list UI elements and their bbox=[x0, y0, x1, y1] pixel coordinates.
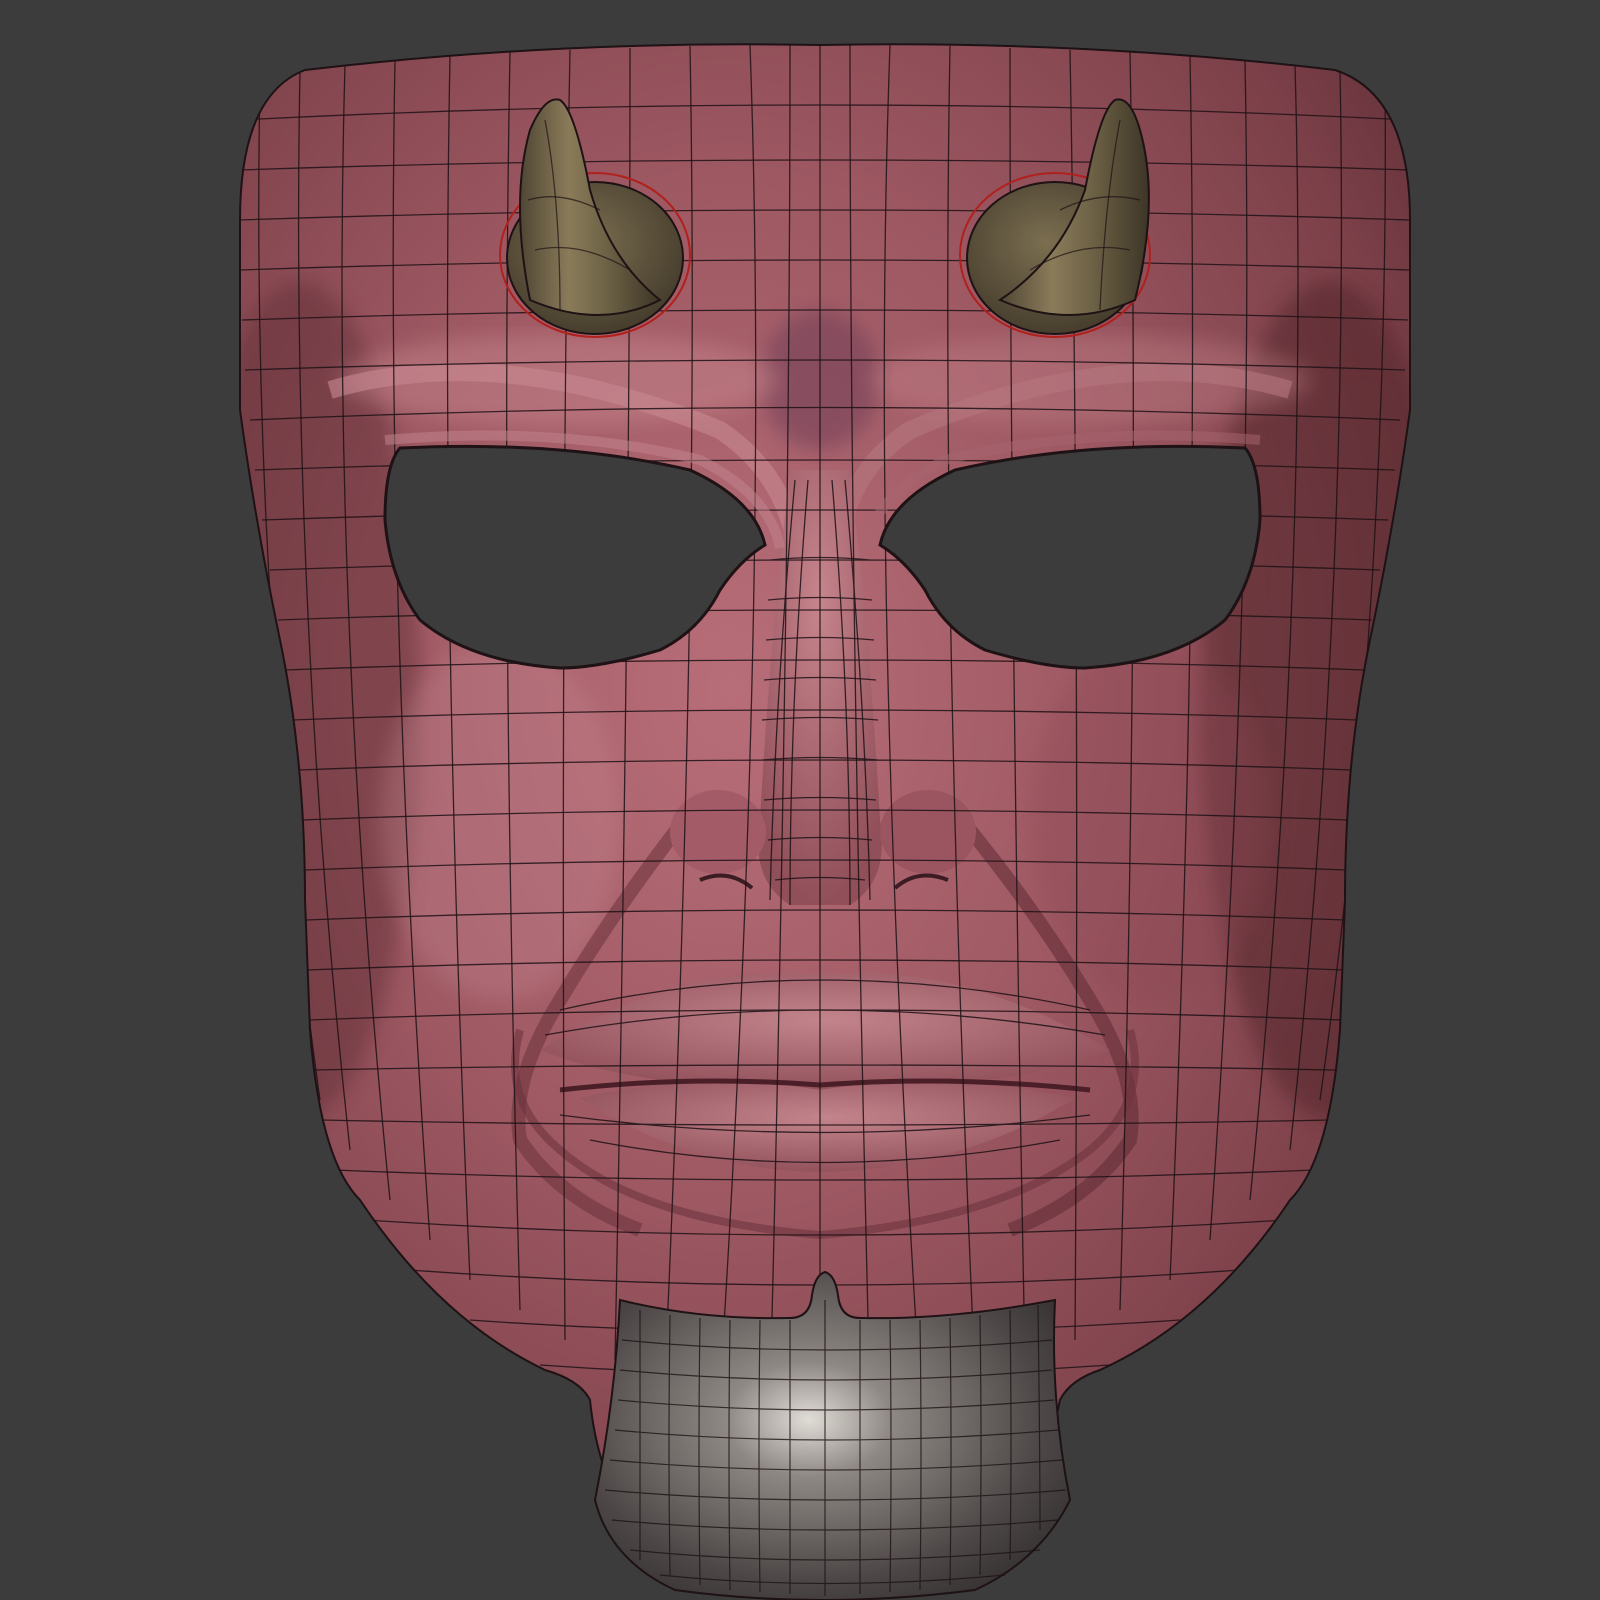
chin-guard[interactable] bbox=[593, 1270, 1072, 1600]
scene-render bbox=[0, 0, 1600, 1600]
3d-viewport[interactable] bbox=[0, 0, 1600, 1600]
